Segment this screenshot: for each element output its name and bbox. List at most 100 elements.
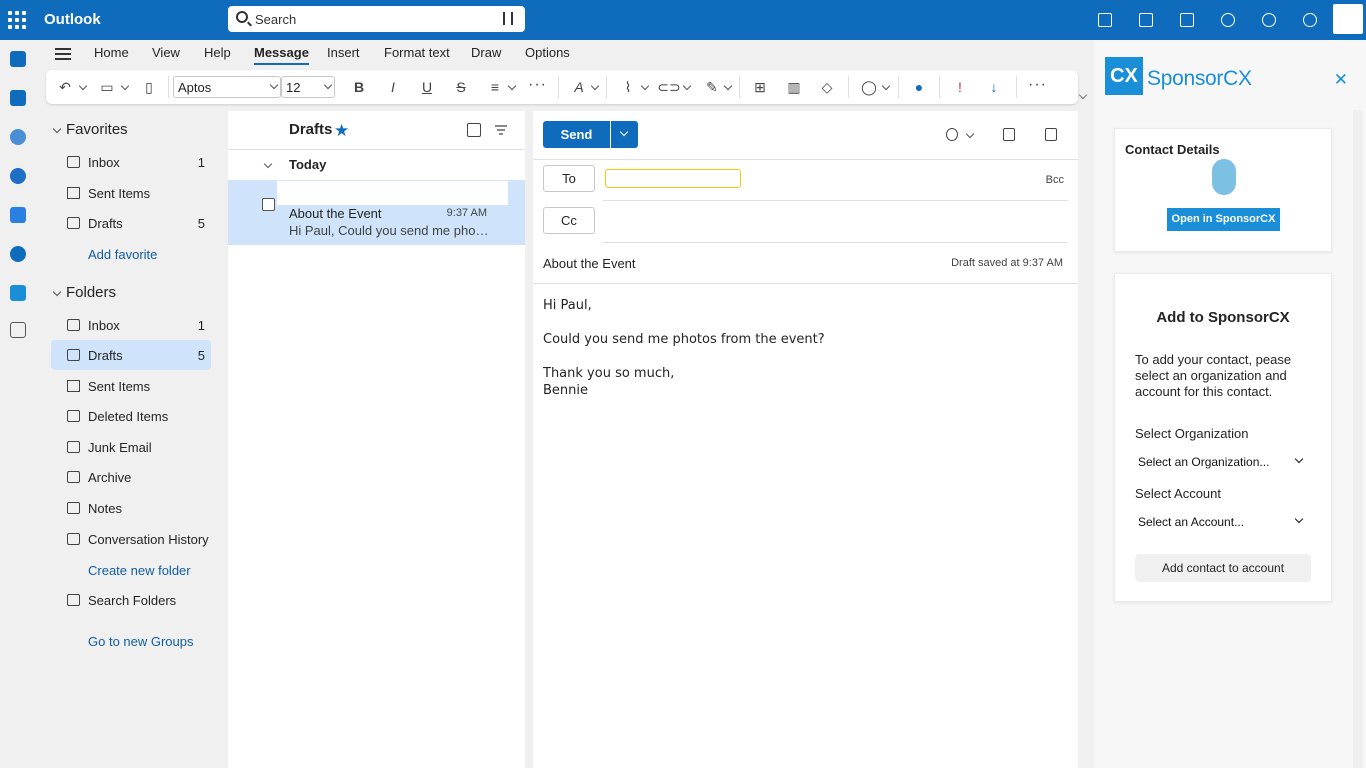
body-line[interactable]: Could you send me photos from the event? bbox=[543, 332, 825, 347]
mail-icon[interactable] bbox=[10, 51, 26, 67]
bold-icon[interactable]: B bbox=[350, 78, 368, 96]
my-day-icon[interactable] bbox=[1084, 0, 1125, 40]
link-dropdown-icon[interactable] bbox=[682, 81, 692, 91]
folder-item-sent[interactable]: Sent Items bbox=[51, 371, 211, 401]
search-box[interactable]: Search bbox=[228, 6, 525, 32]
folder-item-archive[interactable]: Archive bbox=[51, 462, 211, 492]
create-folder-link[interactable]: Create new folder bbox=[88, 563, 191, 578]
bcc-button[interactable]: Bcc bbox=[1046, 174, 1064, 186]
calendar-icon[interactable] bbox=[10, 90, 26, 106]
subject-field[interactable]: About the Event bbox=[543, 256, 636, 271]
groups-link[interactable]: Go to new Groups bbox=[88, 634, 194, 649]
onedrive-icon[interactable] bbox=[10, 246, 26, 262]
tab-format-text[interactable]: Format text bbox=[384, 45, 450, 63]
more-format-icon[interactable]: ··· bbox=[528, 76, 547, 94]
editor-icon[interactable]: ◯ bbox=[860, 78, 878, 96]
undo-icon[interactable]: ↶ bbox=[56, 78, 74, 96]
folders-collapse-icon[interactable] bbox=[52, 287, 62, 297]
send-options-button[interactable] bbox=[611, 121, 638, 148]
tab-view[interactable]: View bbox=[152, 45, 180, 63]
tab-help[interactable]: Help bbox=[204, 45, 231, 63]
search-options-icon[interactable] bbox=[503, 12, 513, 25]
font-name-select[interactable]: Aptos bbox=[173, 76, 281, 98]
strikethrough-icon[interactable]: S bbox=[452, 78, 470, 96]
undo-dropdown-icon[interactable] bbox=[78, 81, 88, 91]
body-signature[interactable]: Bennie bbox=[543, 383, 588, 398]
folder-item-conversation-history[interactable]: Conversation History bbox=[51, 524, 211, 554]
settings-icon[interactable] bbox=[1248, 0, 1289, 40]
paste-icon[interactable]: ▭ bbox=[98, 78, 116, 96]
favorites-collapse-icon[interactable] bbox=[52, 124, 62, 134]
italic-icon[interactable]: I bbox=[384, 78, 402, 96]
styles-icon[interactable]: A bbox=[570, 78, 588, 96]
paragraph-icon[interactable]: ≡ bbox=[486, 78, 504, 96]
format-painter-icon[interactable]: ▯ bbox=[140, 78, 158, 96]
tab-options[interactable]: Options bbox=[525, 45, 570, 63]
attach-icon[interactable]: ⌇ bbox=[619, 78, 637, 96]
open-in-sponsorcx-button[interactable]: Open in SponsorCX bbox=[1167, 208, 1280, 231]
sensitivity-dropdown-icon[interactable] bbox=[965, 129, 975, 139]
add-favorite-link[interactable]: Add favorite bbox=[88, 247, 157, 262]
signature-icon[interactable]: ✎ bbox=[703, 78, 721, 96]
underline-icon[interactable]: U bbox=[418, 78, 436, 96]
attach-dropdown-icon[interactable] bbox=[640, 81, 650, 91]
account-select[interactable]: Select an Account... bbox=[1135, 512, 1310, 532]
bell-icon[interactable] bbox=[1207, 0, 1248, 40]
group-collapse-icon[interactable] bbox=[263, 159, 273, 169]
chart-icon[interactable]: ▥ bbox=[785, 78, 803, 96]
select-mode-icon[interactable] bbox=[467, 123, 481, 137]
tab-message[interactable]: Message bbox=[254, 45, 309, 65]
app-title[interactable]: Outlook bbox=[44, 11, 101, 28]
teams-icon[interactable] bbox=[1125, 0, 1166, 40]
sponsorcx-app-icon[interactable] bbox=[10, 285, 26, 301]
folder-item-search-folders[interactable]: Search Folders bbox=[51, 585, 211, 615]
more-options-icon[interactable]: ··· bbox=[1028, 76, 1047, 94]
importance-high-icon[interactable]: ! bbox=[951, 78, 969, 96]
signature-dropdown-icon[interactable] bbox=[723, 81, 733, 91]
body-greeting[interactable]: Hi Paul, bbox=[543, 298, 592, 313]
addin-scrollbar[interactable] bbox=[1353, 110, 1363, 768]
close-icon[interactable]: ✕ bbox=[1334, 70, 1348, 90]
ribbon-expand-icon[interactable] bbox=[1078, 90, 1088, 100]
favorite-item-drafts[interactable]: Drafts 5 bbox=[51, 208, 211, 238]
folder-item-drafts[interactable]: Drafts 5 bbox=[51, 340, 211, 370]
body-closing[interactable]: Thank you so much, bbox=[543, 366, 674, 381]
more-apps-icon[interactable] bbox=[10, 322, 26, 338]
send-button[interactable]: Send bbox=[543, 121, 610, 148]
todo-icon[interactable] bbox=[10, 207, 26, 223]
app-launcher-icon[interactable] bbox=[8, 11, 26, 29]
favorite-star-icon[interactable]: ★ bbox=[334, 121, 349, 141]
tab-home[interactable]: Home bbox=[94, 45, 129, 63]
link-icon[interactable]: ⊂⊃ bbox=[657, 78, 680, 96]
filter-icon[interactable] bbox=[494, 123, 508, 137]
pop-out-icon[interactable] bbox=[1045, 128, 1057, 141]
tab-insert[interactable]: Insert bbox=[327, 45, 360, 63]
paragraph-dropdown-icon[interactable] bbox=[507, 81, 517, 91]
table-icon[interactable]: ⊞ bbox=[751, 78, 769, 96]
add-contact-button[interactable]: Add contact to account bbox=[1135, 554, 1311, 582]
groups-icon[interactable] bbox=[10, 168, 26, 184]
favorite-item-sent[interactable]: Sent Items bbox=[51, 178, 211, 208]
tab-draw[interactable]: Draw bbox=[471, 45, 501, 63]
menu-icon[interactable] bbox=[55, 48, 71, 60]
folder-item-junk[interactable]: Junk Email bbox=[51, 432, 211, 462]
folder-item-notes[interactable]: Notes bbox=[51, 493, 211, 523]
sticker-icon[interactable]: ◇ bbox=[818, 78, 836, 96]
lightbulb-icon[interactable] bbox=[1289, 0, 1330, 40]
people-icon[interactable] bbox=[10, 129, 26, 145]
folder-item-inbox[interactable]: Inbox 1 bbox=[51, 310, 211, 340]
dictate-icon[interactable]: ● bbox=[910, 78, 928, 96]
organization-select[interactable]: Select an Organization... bbox=[1135, 452, 1310, 472]
sensitivity-icon[interactable] bbox=[946, 128, 958, 141]
message-checkbox[interactable] bbox=[262, 198, 275, 211]
folder-item-deleted[interactable]: Deleted Items bbox=[51, 401, 211, 431]
profile-avatar[interactable] bbox=[1333, 4, 1363, 34]
styles-dropdown-icon[interactable] bbox=[590, 81, 600, 91]
cc-button[interactable]: Cc bbox=[543, 207, 595, 234]
group-header[interactable]: Today bbox=[289, 157, 326, 172]
editor-dropdown-icon[interactable] bbox=[881, 81, 891, 91]
message-item[interactable]: About the Event 9:37 AM Hi Paul, Could y… bbox=[228, 180, 525, 245]
to-button[interactable]: To bbox=[543, 165, 595, 192]
importance-low-icon[interactable]: ↓ bbox=[985, 78, 1003, 96]
notes-icon[interactable] bbox=[1166, 0, 1207, 40]
